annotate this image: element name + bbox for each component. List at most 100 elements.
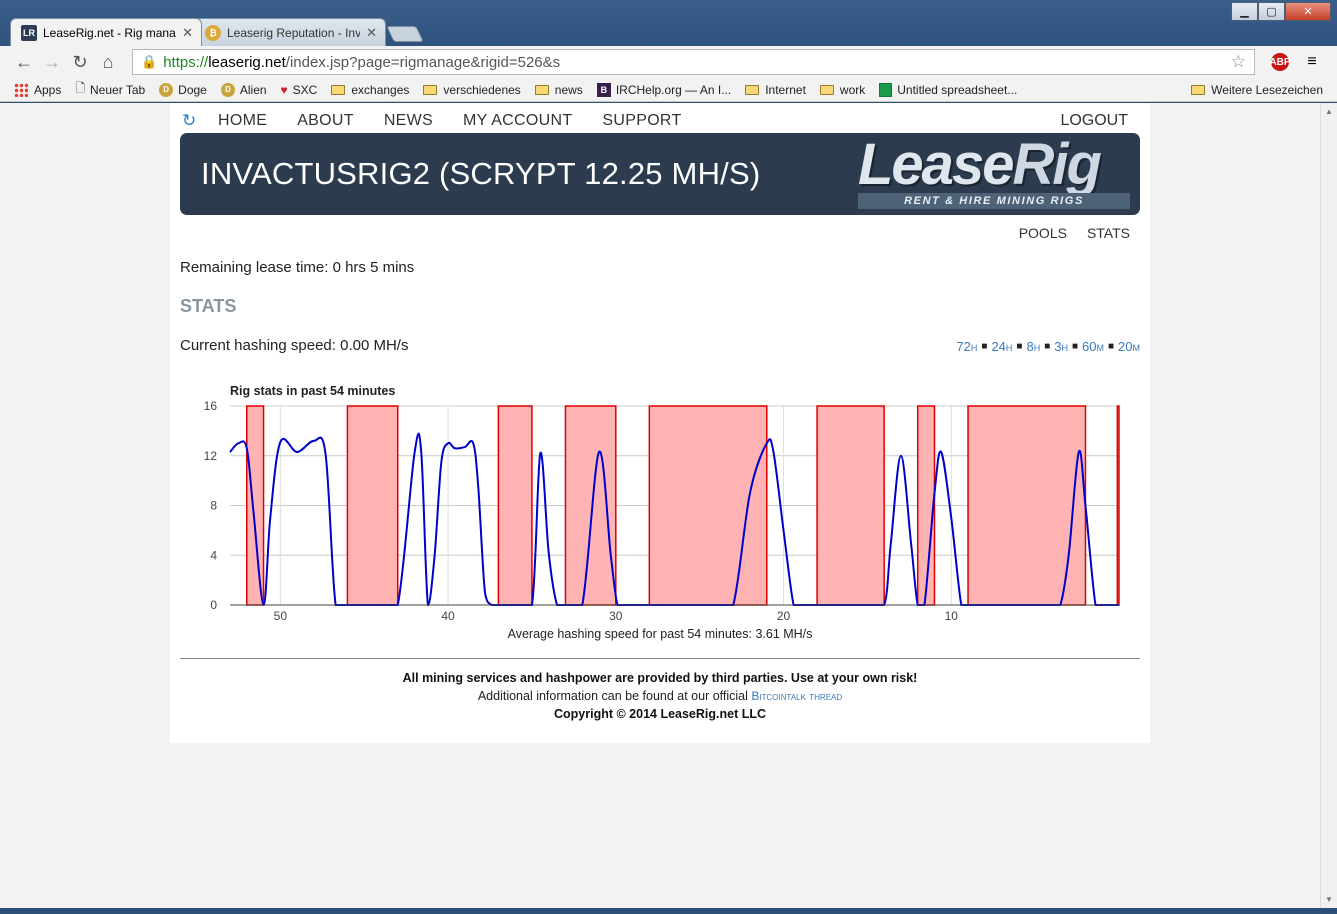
- refresh-icon[interactable]: ↻: [180, 111, 218, 131]
- bookmark-label: verschiedenes: [443, 82, 521, 97]
- range-20m[interactable]: 20m: [1118, 339, 1140, 355]
- bookmark-other[interactable]: Weitere Lesezeichen: [1191, 83, 1323, 97]
- reload-icon[interactable]: ↻: [66, 52, 94, 73]
- b-icon: B: [596, 82, 611, 97]
- leaserig-logo[interactable]: LeaseRig RENT & HIRE MINING RIGS: [858, 132, 1130, 211]
- nav-home[interactable]: HOME: [218, 112, 267, 130]
- bookmark-label: news: [554, 82, 583, 97]
- scroll-up-icon[interactable]: ▲: [1325, 107, 1333, 116]
- bookmark-label: Alien: [239, 82, 267, 97]
- tab-close-icon[interactable]: ✕: [366, 25, 377, 41]
- bookmark-label: Internet: [765, 82, 806, 97]
- offline-band: [246, 405, 265, 606]
- range-24h[interactable]: 24h: [991, 339, 1012, 355]
- y-tick-label: 16: [204, 399, 218, 413]
- bookmark-neuer-tab[interactable]: 🗋 Neuer Tab: [75, 79, 145, 100]
- offline-band: [816, 405, 885, 606]
- close-window-icon[interactable]: ✕: [1285, 2, 1331, 21]
- footer-info: Additional information can be found at o…: [170, 689, 1150, 703]
- bookmark-internet[interactable]: Internet: [745, 83, 806, 97]
- x-tick-label: 50: [274, 609, 288, 623]
- tab-close-icon[interactable]: ✕: [182, 25, 193, 41]
- address-bar[interactable]: 🔒 https:// leaserig.net /index.jsp?page=…: [132, 49, 1255, 75]
- coin-favicon-icon: ₿: [205, 24, 221, 41]
- chart-x-label: Average hashing speed for past 54 minute…: [508, 627, 813, 641]
- window-controls: ▁ ▢ ✕: [1231, 2, 1331, 21]
- lock-icon: 🔒: [141, 54, 158, 69]
- bookmark-alien[interactable]: D Alien: [220, 82, 267, 97]
- folder-icon: [534, 84, 549, 95]
- x-tick-label: 30: [609, 609, 623, 623]
- folder-icon: [331, 84, 346, 95]
- maximize-icon[interactable]: ▢: [1258, 2, 1285, 21]
- bookmark-apps[interactable]: Apps: [14, 82, 62, 97]
- bookmark-doge[interactable]: D Doge: [159, 82, 207, 97]
- adblock-icon[interactable]: ABP: [1269, 53, 1291, 71]
- subnav-stats[interactable]: STATS: [1087, 225, 1130, 241]
- url-scheme: https://: [163, 53, 209, 71]
- bookmark-news[interactable]: news: [534, 82, 583, 97]
- home-icon[interactable]: ⌂: [94, 52, 122, 73]
- sub-nav: POOLS STATS: [999, 225, 1130, 241]
- y-tick-label: 0: [210, 598, 217, 612]
- time-range-selector: 72h ■ 24h ■ 8h ■ 3h ■ 60m ■ 20m: [956, 339, 1140, 355]
- nav-about[interactable]: ABOUT: [297, 112, 354, 130]
- tab-label: Leaserig Reputation - Inva: [227, 25, 361, 40]
- range-8h[interactable]: 8h: [1026, 339, 1040, 355]
- logo-word-rig: Rig: [1012, 132, 1101, 197]
- stats-heading: STATS: [180, 296, 237, 316]
- offline-band: [346, 405, 399, 606]
- range-separator: ■: [1044, 341, 1051, 352]
- sheets-icon: [879, 82, 893, 97]
- footer-copyright: Copyright © 2014 LeaseRig.net LLC: [553, 707, 767, 721]
- menu-icon[interactable]: ≡: [1297, 53, 1327, 71]
- range-60m[interactable]: 60m: [1082, 339, 1104, 355]
- subnav-pools[interactable]: POOLS: [1019, 225, 1067, 241]
- logo-wordmark: LeaseRig: [858, 131, 1102, 198]
- bookmark-verschiedenes[interactable]: verschiedenes: [423, 82, 521, 97]
- offline-band: [648, 405, 768, 606]
- bookmark-label: Apps: [34, 82, 62, 97]
- bookmark-irchelp[interactable]: B IRCHelp.org — An I...: [596, 82, 732, 97]
- doge-coin-icon: D: [159, 82, 174, 97]
- tab-rig-manage[interactable]: LR LeaseRig.net - Rig manage ✕: [10, 18, 202, 46]
- bookmark-sxc[interactable]: ♥ SXC: [281, 83, 318, 97]
- x-tick-label: 40: [441, 609, 455, 623]
- range-separator: ■: [981, 341, 988, 352]
- bookmark-label: Doge: [178, 82, 207, 97]
- scroll-down-icon[interactable]: ▼: [1325, 895, 1333, 904]
- range-separator: ■: [1071, 341, 1079, 352]
- minimize-icon[interactable]: ▁: [1231, 2, 1258, 21]
- url-path: /index.jsp?page=rigmanage&rigid=526&s: [285, 53, 561, 71]
- nav-news[interactable]: NEWS: [384, 112, 433, 130]
- range-72h[interactable]: 72h: [956, 339, 977, 355]
- logo-tagline: RENT & HIRE MINING RIGS: [858, 193, 1130, 209]
- window-bottom-edge: [0, 908, 1337, 914]
- page-container: ↻ HOME ABOUT NEWS MY ACCOUNT SUPPORT LOG…: [170, 103, 1150, 743]
- browser-toolbar: ← → ↻ ⌂ 🔒 https:// leaserig.net /index.j…: [0, 46, 1337, 78]
- nav-support[interactable]: SUPPORT: [602, 112, 681, 130]
- bookmark-work[interactable]: work: [819, 83, 865, 97]
- logout-link[interactable]: LOGOUT: [1060, 112, 1128, 130]
- range-3h[interactable]: 3h: [1054, 339, 1068, 355]
- forward-arrow-icon[interactable]: →: [38, 52, 66, 73]
- y-tick-label: 12: [204, 449, 218, 463]
- bookmark-spreadsheet[interactable]: Untitled spreadsheet...: [879, 82, 1017, 97]
- back-arrow-icon[interactable]: ←: [10, 52, 38, 73]
- bookmark-star-icon[interactable]: ☆: [1231, 52, 1246, 72]
- x-tick-label: 10: [945, 609, 959, 623]
- tab-strip: LR LeaseRig.net - Rig manage ✕ ₿ Leaseri…: [10, 18, 424, 46]
- footer-divider: [180, 658, 1140, 659]
- top-nav: ↻ HOME ABOUT NEWS MY ACCOUNT SUPPORT LOG…: [180, 109, 1140, 133]
- bitcointalk-link[interactable]: Bitcointalk thread: [751, 689, 842, 703]
- tab-reputation[interactable]: ₿ Leaserig Reputation - Inva ✕: [194, 18, 386, 46]
- bookmark-label: IRCHelp.org — An I...: [615, 82, 732, 97]
- offline-band: [497, 405, 533, 606]
- bookmark-exchanges[interactable]: exchanges: [331, 83, 409, 97]
- tab-label: LeaseRig.net - Rig manage: [43, 25, 177, 40]
- url-host: leaserig.net: [208, 53, 286, 71]
- vertical-scrollbar[interactable]: ▲ ▼: [1320, 103, 1337, 908]
- new-tab-button[interactable]: [386, 26, 424, 42]
- nav-my-account[interactable]: MY ACCOUNT: [463, 112, 572, 130]
- offline-band: [967, 405, 1087, 606]
